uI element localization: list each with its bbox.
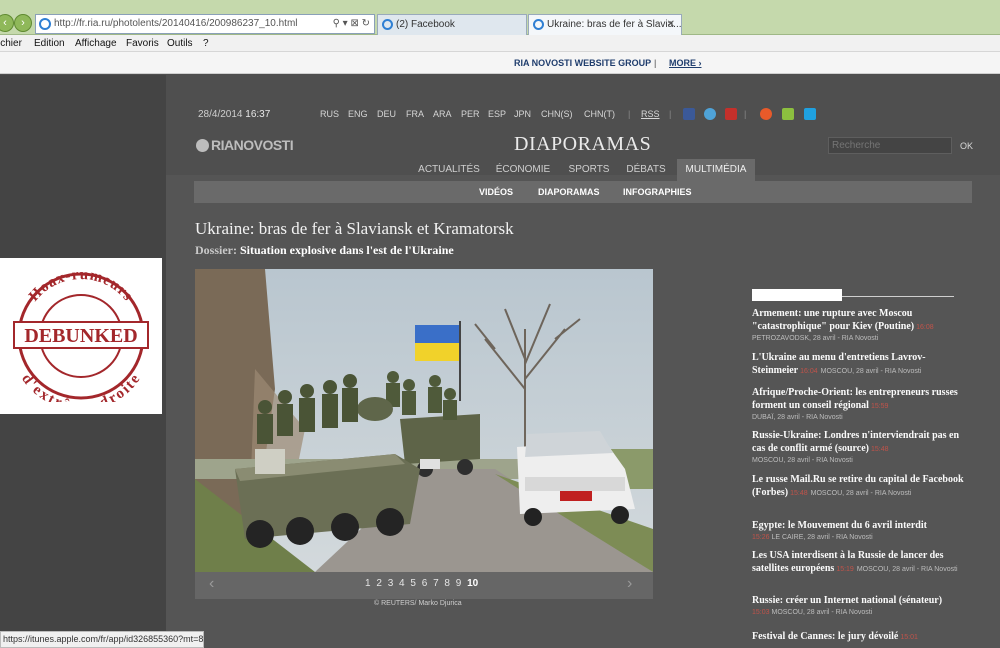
section-title: DIAPORAMAS <box>514 133 652 155</box>
news-item[interactable]: Afrique/Proche-Orient: les entrepreneurs… <box>752 387 967 423</box>
nav-debats[interactable]: DÉBATS <box>622 159 670 181</box>
lang-per[interactable]: PER <box>461 109 480 119</box>
status-bar: https://itunes.apple.com/fr/app/id326855… <box>0 631 204 648</box>
address-bar[interactable]: http://fr.ria.ru/photolents/20140416/200… <box>35 14 375 34</box>
page-2[interactable]: 2 <box>376 578 382 589</box>
menu-edition[interactable]: Edition <box>34 35 65 52</box>
close-tab-icon[interactable]: ✕ <box>667 15 675 35</box>
lang-rus[interactable]: RUS <box>320 109 339 119</box>
menu-bar: ichier Edition Affichage Favoris Outils … <box>0 35 1000 52</box>
subnav-infographies[interactable]: INFOGRAPHIES <box>623 181 692 203</box>
youtube-icon[interactable] <box>725 108 737 120</box>
tab-ria-ukraine[interactable]: Ukraine: bras de fer à Slavia... ✕ <box>528 14 682 35</box>
news-header-block <box>752 289 842 301</box>
dossier-link[interactable]: Situation explosive dans l'est de l'Ukra… <box>240 243 454 257</box>
tab-facebook[interactable]: (2) Facebook <box>377 14 527 35</box>
article-title: Ukraine: bras de fer à Slaviansk et Kram… <box>195 219 514 238</box>
nav-multimedia[interactable]: MULTIMÉDIA <box>677 159 755 181</box>
page-7[interactable]: 7 <box>433 578 439 589</box>
page-5[interactable]: 5 <box>410 578 416 589</box>
sub-nav: VIDÉOS DIAPORAMAS INFOGRAPHIES <box>194 181 972 203</box>
menu-fichier[interactable]: ichier <box>0 35 22 52</box>
svg-text:Hoax-rumeurs: Hoax-rumeurs <box>26 270 136 305</box>
facebook-icon[interactable] <box>683 108 695 120</box>
slideshow-pager: ‹ 1 2 3 4 5 6 7 8 9 10 › <box>195 572 653 599</box>
ie-icon <box>533 19 544 30</box>
menu-help[interactable]: ? <box>203 35 209 52</box>
page-8[interactable]: 8 <box>444 578 450 589</box>
menu-outils[interactable]: Outils <box>167 35 193 52</box>
address-url: http://fr.ria.ru/photolents/20140416/200… <box>54 18 298 29</box>
apple-icon[interactable] <box>760 108 772 120</box>
lang-fra[interactable]: FRA <box>406 109 424 119</box>
prev-slide-arrow[interactable]: ‹ <box>209 575 214 593</box>
ria-page: 28/4/2014 16:37 RUS ENG DEU FRA ARA PER … <box>166 75 1000 648</box>
lang-chn-t[interactable]: CHN(T) <box>584 109 615 119</box>
subnav-videos[interactable]: VIDÉOS <box>479 181 513 203</box>
news-item[interactable]: Armement: une rupture avec Moscou "catas… <box>752 308 967 344</box>
menu-favoris[interactable]: Favoris <box>126 35 159 52</box>
ria-group-bar: RIA NOVOSTI WEBSITE GROUP | MORE › <box>0 52 1000 74</box>
news-item[interactable]: L'Ukraine au menu d'entretiens Lavrov-St… <box>752 352 967 378</box>
news-item[interactable]: Festival de Cannes: le jury dévoilé 15:01 <box>752 631 967 645</box>
subnav-diaporamas[interactable]: DIAPORAMAS <box>538 181 600 203</box>
nav-actualites[interactable]: ACTUALITÉS <box>412 159 486 181</box>
lang-esp[interactable]: ESP <box>488 109 506 119</box>
slideshow-photo[interactable] <box>195 269 653 572</box>
dossier-line: Dossier: Situation explosive dans l'est … <box>195 243 454 257</box>
logo-mark-icon <box>196 139 209 152</box>
page-3[interactable]: 3 <box>388 578 394 589</box>
lang-ara[interactable]: ARA <box>433 109 452 119</box>
browser-chrome: ‹ › http://fr.ria.ru/photolents/20140416… <box>0 0 1000 35</box>
page-1[interactable]: 1 <box>365 578 371 589</box>
rss-link[interactable]: RSS <box>641 109 660 119</box>
photo-credit: © REUTERS/ Marko Djurica <box>374 600 462 607</box>
page-numbers: 1 2 3 4 5 6 7 8 9 10 <box>365 578 481 589</box>
lang-chn-s[interactable]: CHN(S) <box>541 109 573 119</box>
news-header-divider <box>842 296 954 297</box>
forward-button[interactable]: › <box>14 14 32 32</box>
debunked-stamp: Hoax-rumeurs d'extrême-droite DEBUNKED <box>0 258 162 414</box>
lang-separator: | <box>628 109 631 119</box>
photo-scene <box>195 269 653 572</box>
news-item[interactable]: Les USA interdisent à la Russie de lance… <box>752 550 967 576</box>
twitter-icon[interactable] <box>704 108 716 120</box>
windows-icon[interactable] <box>804 108 816 120</box>
nav-economie[interactable]: ÉCONOMIE <box>492 159 554 181</box>
page-4[interactable]: 4 <box>399 578 405 589</box>
search-input[interactable] <box>828 137 952 154</box>
lang-jpn[interactable]: JPN <box>514 109 531 119</box>
ria-group-link[interactable]: RIA NOVOSTI WEBSITE GROUP <box>514 52 651 74</box>
back-button[interactable]: ‹ <box>0 14 14 32</box>
search-ok-button[interactable]: OK <box>960 141 973 151</box>
apps-separator: | <box>744 109 747 119</box>
stamp-top-text: Hoax-rumeurs <box>26 270 135 305</box>
lang-eng[interactable]: ENG <box>348 109 368 119</box>
stamp-graphic: Hoax-rumeurs d'extrême-droite DEBUNKED <box>13 270 149 402</box>
nav-sports[interactable]: SPORTS <box>562 159 616 181</box>
page-10-current[interactable]: 10 <box>467 578 478 589</box>
news-item[interactable]: Russie-Ukraine: Londres n'interviendrait… <box>752 430 967 466</box>
ria-bar-separator: | <box>654 58 657 68</box>
ie-icon <box>382 19 393 30</box>
lang-deu[interactable]: DEU <box>377 109 396 119</box>
social-separator: | <box>669 109 672 119</box>
news-item[interactable]: Egypte: le Mouvement du 6 avril interdit… <box>752 520 967 543</box>
stamp-center-text: DEBUNKED <box>24 325 137 347</box>
ie-icon <box>39 18 51 30</box>
ria-logo[interactable]: RIANOVOSTI <box>196 137 294 153</box>
page-9[interactable]: 9 <box>456 578 462 589</box>
ria-more-link[interactable]: MORE › <box>669 52 702 74</box>
news-item[interactable]: Le russe Mail.Ru se retire du capital de… <box>752 474 967 500</box>
main-nav: ACTUALITÉS ÉCONOMIE SPORTS DÉBATS MULTIM… <box>194 159 972 181</box>
menu-affichage[interactable]: Affichage <box>75 35 117 52</box>
next-slide-arrow[interactable]: › <box>627 575 632 593</box>
page-6[interactable]: 6 <box>422 578 428 589</box>
android-icon[interactable] <box>782 108 794 120</box>
search-refresh-icons[interactable]: ⚲ ▾ ⊠ ↻ <box>333 15 370 33</box>
date-time: 28/4/2014 16:37 <box>198 109 271 120</box>
news-item[interactable]: Russie: créer un Internet national (séna… <box>752 595 967 618</box>
